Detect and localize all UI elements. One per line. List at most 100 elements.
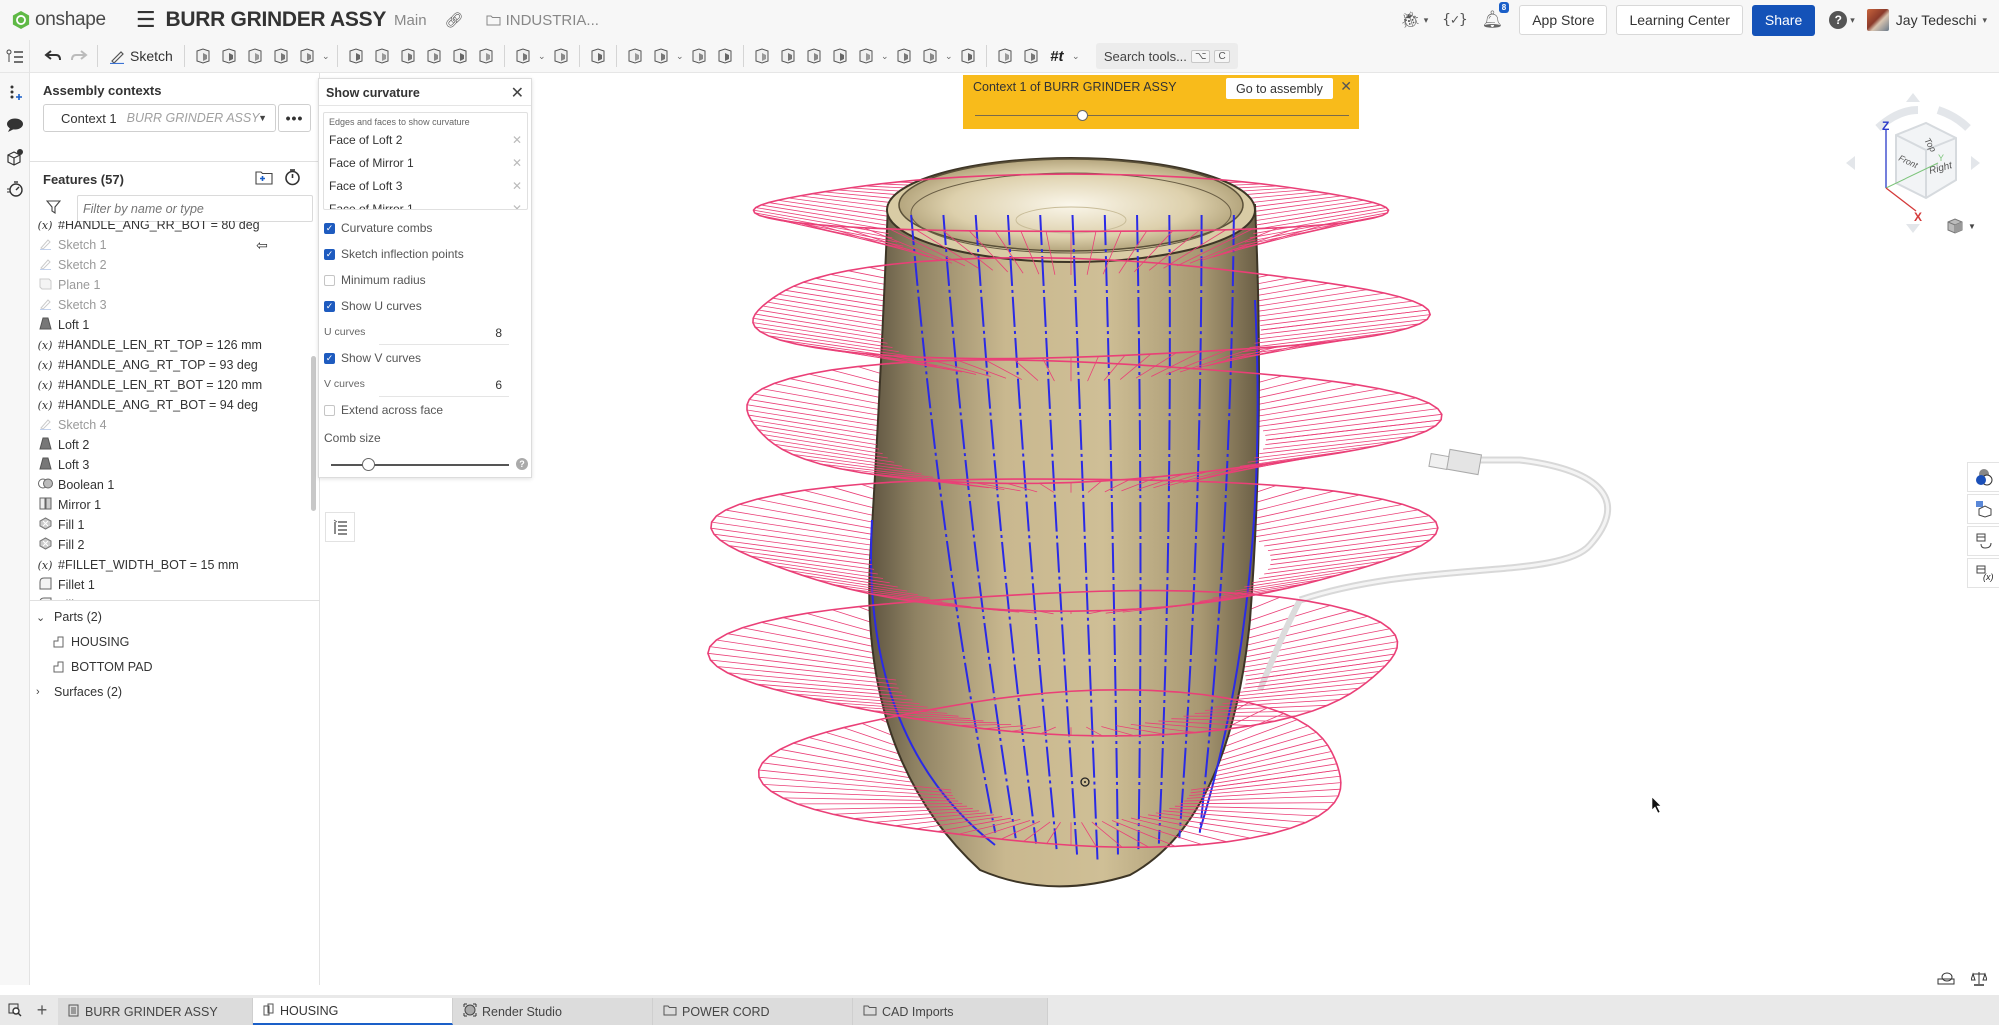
comments-icon[interactable] — [0, 109, 30, 141]
feature-dialog-list-icon[interactable] — [325, 512, 355, 542]
context-select[interactable]: Context 1 BURR GRINDER ASSY ▼ — [43, 104, 276, 132]
part-item[interactable]: HOUSING — [52, 632, 129, 652]
app-store-button[interactable]: App Store — [1519, 5, 1607, 35]
variables-panel-icon[interactable]: (x) — [1967, 558, 1999, 588]
mirror-tool-button[interactable] — [548, 43, 574, 69]
mass-properties-icon[interactable] — [1971, 971, 1987, 991]
frame-tool-button[interactable] — [992, 43, 1018, 69]
draft-tool-button[interactable] — [395, 43, 421, 69]
document-tab[interactable]: BURR GRINDER ASSY — [58, 998, 253, 1025]
view-up-arrow-icon[interactable] — [1906, 93, 1920, 102]
selection-box[interactable]: Edges and faces to show curvature Face o… — [323, 112, 528, 210]
debug-icon[interactable]: 🐞︎▾ — [1400, 10, 1428, 30]
modify-fillet-tool-button[interactable] — [712, 43, 738, 69]
sweep-tool-button[interactable] — [242, 43, 268, 69]
user-menu-caret-icon[interactable]: ▾ — [1982, 15, 1987, 26]
u-curves-value[interactable]: 8 — [495, 326, 502, 340]
performance-timer-icon[interactable] — [0, 173, 30, 205]
delete-face-tool-button[interactable] — [749, 43, 775, 69]
show-u-curves-checkbox[interactable]: Show U curves — [324, 298, 422, 314]
plane-tool-button[interactable] — [827, 43, 853, 69]
v-curves-value[interactable]: 6 — [495, 378, 502, 392]
feature-item[interactable]: (x)#HANDLE_LEN_RT_TOP = 126 mm — [30, 335, 310, 355]
document-tab[interactable]: CAD Imports — [853, 998, 1048, 1025]
search-tools-input[interactable]: Search tools... ⌥ C — [1096, 43, 1238, 69]
feature-item[interactable]: (x)#HANDLE_LEN_RT_BOT = 120 mm — [30, 375, 310, 395]
tool-dropdown-caret-icon[interactable]: ⌄ — [1070, 51, 1082, 62]
feature-item[interactable]: Sketch 2 — [30, 255, 310, 275]
feature-item[interactable]: Fill 1 — [30, 515, 310, 535]
show-v-curves-checkbox[interactable]: Show V curves — [324, 350, 421, 366]
parts-group[interactable]: ⌄ Parts (2) — [36, 607, 102, 627]
boolean-tool-button[interactable] — [585, 43, 611, 69]
extrude-tool-button[interactable] — [190, 43, 216, 69]
variable-tool-button[interactable] — [917, 43, 943, 69]
pattern-tool-button[interactable] — [510, 43, 536, 69]
tool-dropdown-caret-icon[interactable]: ⌄ — [943, 51, 955, 62]
tool-dropdown-caret-icon[interactable]: ⌄ — [674, 51, 686, 62]
part-item[interactable]: BOTTOM PAD — [52, 657, 153, 677]
surfaces-group[interactable]: › Surfaces (2) — [36, 682, 122, 702]
help-menu[interactable]: ?▾ — [1829, 11, 1855, 29]
curvature-combs-checkbox[interactable]: Curvature combs — [324, 220, 432, 236]
selection-item[interactable]: Face of Loft 3✕ — [329, 179, 524, 193]
insert-mate-connector-icon[interactable] — [0, 77, 30, 109]
rollback-timer-icon[interactable] — [284, 168, 301, 190]
feature-list-scrollbar[interactable] — [311, 356, 316, 511]
context-slider-thumb[interactable] — [1077, 110, 1088, 121]
mate-connector-tool-button[interactable] — [891, 43, 917, 69]
context-slider-track[interactable] — [975, 115, 1349, 116]
shell-tool-button[interactable] — [447, 43, 473, 69]
rib-tool-button[interactable] — [421, 43, 447, 69]
thicken-tool-button[interactable] — [294, 43, 320, 69]
selection-item[interactable]: Face of Mirror 1✕ — [329, 156, 524, 170]
comb-size-slider-track[interactable] — [331, 464, 509, 466]
revolve-tool-button[interactable] — [216, 43, 242, 69]
split-tool-button[interactable] — [622, 43, 648, 69]
remove-selection-icon[interactable]: ✕ — [512, 179, 522, 193]
custom-features-tool-button[interactable]: #t — [1044, 43, 1070, 69]
feature-item[interactable]: Boolean 1 — [30, 475, 310, 495]
move-face-tool-button[interactable] — [775, 43, 801, 69]
tool-dropdown-caret-icon[interactable]: ⌄ — [320, 51, 332, 62]
document-tab[interactable]: Render Studio — [453, 998, 653, 1025]
u-curves-field[interactable]: U curves8 — [324, 326, 509, 342]
search-tabs-icon[interactable] — [0, 995, 30, 1025]
help-icon[interactable]: ? — [516, 458, 528, 470]
comb-size-slider-thumb[interactable] — [362, 458, 375, 471]
feature-item[interactable]: Sketch 3 — [30, 295, 310, 315]
sheet-metal-tool-button[interactable] — [955, 43, 981, 69]
feature-item[interactable]: Loft 3 — [30, 455, 310, 475]
sketch-button[interactable]: Sketch — [103, 43, 179, 69]
feature-item[interactable]: Loft 1 — [30, 315, 310, 335]
share-button[interactable]: Share — [1752, 5, 1815, 36]
graphics-viewport[interactable] — [320, 73, 1999, 985]
sketch-inflection-checkbox[interactable]: Sketch inflection points — [324, 246, 464, 262]
appearance-panel-icon[interactable] — [1967, 462, 1999, 492]
tool-dropdown-caret-icon[interactable]: ⌄ — [536, 51, 548, 62]
bom-panel-icon[interactable] — [1967, 494, 1999, 524]
feature-item[interactable]: Plane 1 — [30, 275, 310, 295]
remove-selection-icon[interactable]: ✕ — [512, 156, 522, 170]
close-icon[interactable]: ✕ — [511, 83, 524, 103]
feature-item[interactable]: (x)#FILLET_WIDTH_BOT = 15 mm — [30, 555, 310, 575]
tool-dropdown-caret-icon[interactable]: ⌄ — [879, 51, 891, 62]
remove-selection-icon[interactable]: ✕ — [512, 133, 522, 147]
rollback-arrow-icon[interactable]: ⇦ — [256, 237, 268, 254]
feature-item[interactable]: (x)#HANDLE_ANG_RR_BOT = 80 deg — [30, 221, 310, 235]
view-right-arrow-icon[interactable] — [1971, 156, 1980, 170]
learning-center-button[interactable]: Learning Center — [1616, 5, 1742, 35]
link-icon[interactable]: 🔗︎ — [445, 11, 464, 29]
document-tab[interactable]: HOUSING — [253, 998, 453, 1025]
remove-selection-icon[interactable]: ✕ — [512, 202, 522, 210]
feature-item[interactable]: (x)#HANDLE_ANG_RT_BOT = 94 deg — [30, 395, 310, 415]
undo-button[interactable] — [40, 43, 66, 69]
fillet-tool-button[interactable] — [343, 43, 369, 69]
selection-item[interactable]: Face of Mirror 1✕ — [329, 202, 524, 210]
replace-face-tool-button[interactable] — [801, 43, 827, 69]
gusset-tool-button[interactable] — [1018, 43, 1044, 69]
selection-item[interactable]: Face of Loft 2✕ — [329, 133, 524, 147]
view-options-dropdown[interactable]: ▼ — [1946, 217, 1976, 235]
view-down-arrow-icon[interactable] — [1906, 224, 1920, 233]
feature-item[interactable]: Sketch 1⇦ — [30, 235, 310, 255]
